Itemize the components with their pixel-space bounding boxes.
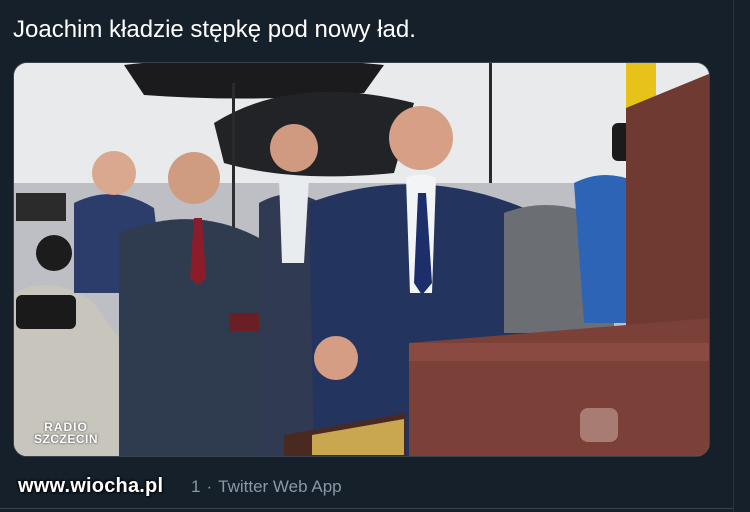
photo-face-middle [270,124,318,172]
photo-camera-top [16,193,66,221]
radio-szczecin-logo: RADIO SZCZECIN [21,421,111,445]
photo-keel-top [409,343,709,361]
photo-face-left [92,151,136,195]
photo-umbrella-pole-2 [489,63,492,183]
tweet-photo[interactable]: RADIO SZCZECIN [13,62,710,457]
photo-scene [14,63,709,456]
photo-hand-main [314,336,358,380]
photo-face-main [389,106,453,170]
photo-shirt-middle [279,175,309,263]
wiocha-watermark: www.wiocha.pl [18,475,164,497]
tweet-date[interactable]: 1 [191,477,200,497]
photo-camera-left [16,295,76,329]
radio-logo-line2: SZCZECIN [34,432,98,446]
photo-lens [36,235,72,271]
meta-separator: · [206,477,213,496]
photo-keel-hole [580,408,618,442]
tweet-text: Joachim kładzie stępkę pod nowy ład. [13,16,416,43]
tweet-source[interactable]: Twitter Web App [218,477,341,497]
tweet-divider [0,508,734,509]
photo-person-red-tie [119,219,264,456]
photo-face-red-tie [168,152,220,204]
page-scrollbar[interactable] [733,0,750,512]
